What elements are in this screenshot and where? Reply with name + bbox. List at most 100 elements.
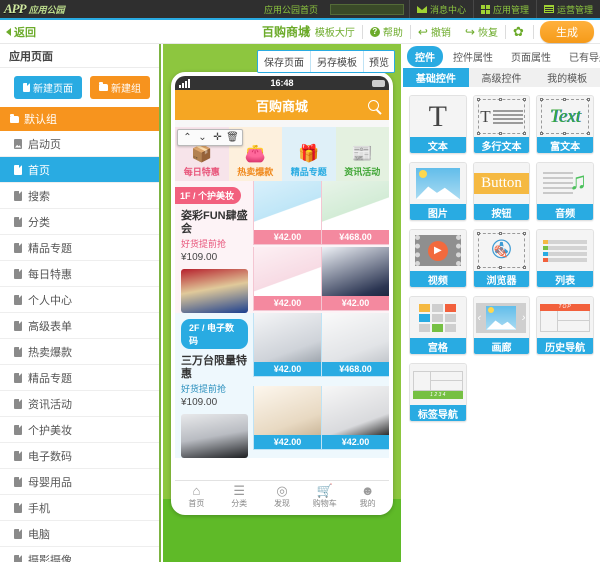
widget-列表[interactable]: 列表 — [536, 229, 594, 288]
redo-button[interactable]: ↪ 恢复 — [458, 24, 506, 39]
topbar-item-home[interactable]: 应用公园首页 — [257, 0, 325, 18]
tabbar-item-category[interactable]: ☰ 分类 — [218, 481, 261, 511]
widget-label: 列表 — [537, 271, 593, 287]
widget-历史导航[interactable]: TOP 历史导航 — [536, 296, 594, 355]
product-cell[interactable]: ¥42.00 — [253, 313, 321, 377]
product-cell[interactable]: ¥42.00 — [321, 247, 389, 311]
sidebar-item-3[interactable]: 分类 — [0, 209, 159, 235]
sidebar-item-5[interactable]: 每日特惠 — [0, 261, 159, 287]
magnifier-icon[interactable] — [368, 99, 379, 111]
widget-按钮[interactable]: Button 按钮 — [472, 162, 531, 221]
topbar-messages-label: 消息中心 — [429, 4, 466, 15]
sidebar-group-default[interactable]: 默认组 — [0, 107, 159, 131]
panel-subtab-2[interactable]: 我的模板 — [534, 68, 600, 87]
save-page-button[interactable]: 保存页面 — [258, 51, 311, 72]
topbar-item-app-manage[interactable]: 应用管理 — [472, 0, 536, 18]
widget-文本[interactable]: T 文本 — [409, 95, 467, 154]
panel-tab-3[interactable]: 已有导航 — [561, 46, 600, 67]
widget-宫格[interactable]: 宫格 — [409, 296, 467, 355]
grid-widget-icon — [410, 297, 466, 338]
save-as-template-button[interactable]: 另存模板 — [311, 51, 364, 72]
product-cell[interactable]: ¥42.00 — [253, 247, 321, 311]
product-cell[interactable]: ¥468.00 — [321, 181, 389, 245]
new-group-button[interactable]: 新建组 — [90, 76, 150, 99]
sidebar-item-label: 热卖爆款 — [28, 346, 72, 359]
topbar-item-ops-manage[interactable]: 运营管理 — [535, 0, 600, 18]
page-icon — [14, 242, 22, 253]
sidebar-item-11[interactable]: 个护美妆 — [0, 417, 159, 443]
tabbar-item-mine[interactable]: ☻ 我的 — [346, 481, 389, 511]
app-logo[interactable]: APP 应用公园 — [0, 1, 95, 17]
sidebar-item-0[interactable]: 启动页 — [0, 131, 159, 157]
quick-nav-row: ⌃ ⌄ ✛ 🗑 📦 每日特惠 👛 热卖爆款 🎁 精品专题 📰 资讯活动 — [175, 127, 389, 181]
sidebar-item-15[interactable]: 电脑 — [0, 521, 159, 547]
widget-图片[interactable]: 图片 — [409, 162, 467, 221]
tabbar-item-cart[interactable]: 🛒 购物车 — [303, 481, 346, 511]
product-cell[interactable]: ¥42.00 — [253, 181, 321, 245]
sidebar-item-7[interactable]: 高级表单 — [0, 313, 159, 339]
undo-button[interactable]: ↩ 撤销 — [411, 25, 458, 40]
sidebar-item-label: 每日特惠 — [28, 268, 72, 281]
sidebar-item-6[interactable]: 个人中心 — [0, 287, 159, 313]
help-button[interactable]: ? 帮助 — [363, 24, 411, 39]
sidebar-item-13[interactable]: 母婴用品 — [0, 469, 159, 495]
quick-nav-item-3[interactable]: 📰 资讯活动 — [335, 127, 389, 181]
sidebar-item-8[interactable]: 热卖爆款 — [0, 339, 159, 365]
delete-icon[interactable]: 🗑 — [225, 131, 240, 144]
widget-label: 历史导航 — [537, 338, 593, 354]
topbar-item-messages[interactable]: 消息中心 — [408, 0, 473, 18]
widget-标签导航[interactable]: 1 2 3 4 标签导航 — [409, 363, 467, 422]
add-icon[interactable]: ✛ — [210, 131, 225, 144]
page-icon — [14, 502, 22, 513]
product-cell[interactable]: ¥468.00 — [321, 313, 389, 377]
generate-button[interactable]: 生成 — [540, 20, 594, 43]
widget-音频[interactable]: ♫ 音频 — [536, 162, 594, 221]
sidebar-title: 应用页面 — [0, 44, 159, 68]
new-page-button[interactable]: 新建页面 — [14, 76, 82, 99]
panel-tab-1[interactable]: 控件属性 — [445, 46, 501, 67]
widget-富文本[interactable]: Text 富文本 — [536, 95, 594, 154]
sidebar-item-2[interactable]: 搜索 — [0, 183, 159, 209]
canvas-area: 保存页面 另存模板 预览 16:48 百购商城 ⌃ ⌄ ✛ 🗑 📦 每日特惠 👛… — [163, 44, 401, 562]
widget-多行文本[interactable]: T 多行文本 — [472, 95, 531, 154]
actionbar-tools: ★ 模板大厅 ? 帮助 ↩ 撤销 ↪ 恢复 ✿ 生成 — [296, 20, 600, 43]
floor-banner[interactable]: 2F / 电子数码 三万台限量特惠 好货提前抢 ¥109.00 — [175, 313, 253, 458]
selection-box — [476, 98, 527, 135]
sidebar-item-12[interactable]: 电子数码 — [0, 443, 159, 469]
panel-tab-0[interactable]: 控件 — [407, 45, 443, 67]
compass-icon: ◎ — [276, 482, 288, 498]
widget-视频[interactable]: ▶ 视频 — [409, 229, 467, 288]
panel-subtab-0[interactable]: 基础控件 — [403, 68, 469, 87]
sidebar-item-4[interactable]: 精品专题 — [0, 235, 159, 261]
signal-icon — [179, 79, 190, 88]
browser-icon: ✇ ✎ — [473, 230, 530, 271]
move-down-icon[interactable]: ⌄ — [195, 131, 210, 144]
sidebar-item-9[interactable]: 精品专题 — [0, 365, 159, 391]
tabbar-item-home[interactable]: ⌂ 首页 — [175, 481, 218, 511]
settings-button[interactable]: ✿ — [506, 24, 534, 39]
quick-nav-item-2[interactable]: 🎁 精品专题 — [282, 127, 336, 181]
widget-画廊[interactable]: ‹ › 画廊 — [472, 296, 531, 355]
topbar-search-input[interactable] — [329, 3, 404, 15]
panel-tab-2[interactable]: 页面属性 — [503, 46, 559, 67]
back-button[interactable]: 返回 — [0, 24, 36, 40]
panel-subtab-1[interactable]: 高级控件 — [469, 68, 535, 87]
product-cell[interactable]: ¥42.00 — [253, 385, 321, 450]
topbar-ops-manage-label: 运营管理 — [556, 4, 593, 15]
widget-浏览器[interactable]: ✇ ✎ 浏览器 — [472, 229, 531, 288]
sidebar-group-label: 默认组 — [24, 114, 57, 126]
floor-hero-image — [181, 414, 248, 458]
floor-banner[interactable]: 1F / 个护美妆 姿彩FUN肆盛会 好货提前抢 ¥109.00 — [175, 181, 253, 313]
preview-button[interactable]: 预览 — [364, 51, 394, 72]
sidebar-item-1[interactable]: 首页 — [0, 157, 159, 183]
sidebar-item-10[interactable]: 资讯活动 — [0, 391, 159, 417]
page-icon — [14, 190, 22, 201]
page-icon — [14, 268, 22, 279]
tabbar-item-discover[interactable]: ◎ 发现 — [261, 481, 304, 511]
sidebar-item-16[interactable]: 摄影摄像 — [0, 547, 159, 562]
editor-actionbar: 返回 百购商城 ★ 模板大厅 ? 帮助 ↩ 撤销 ↪ 恢复 ✿ 生成 — [0, 20, 600, 44]
widget-label: 标签导航 — [410, 405, 466, 421]
product-cell[interactable]: ¥42.00 — [321, 385, 389, 450]
sidebar-item-14[interactable]: 手机 — [0, 495, 159, 521]
move-up-icon[interactable]: ⌃ — [180, 131, 195, 144]
